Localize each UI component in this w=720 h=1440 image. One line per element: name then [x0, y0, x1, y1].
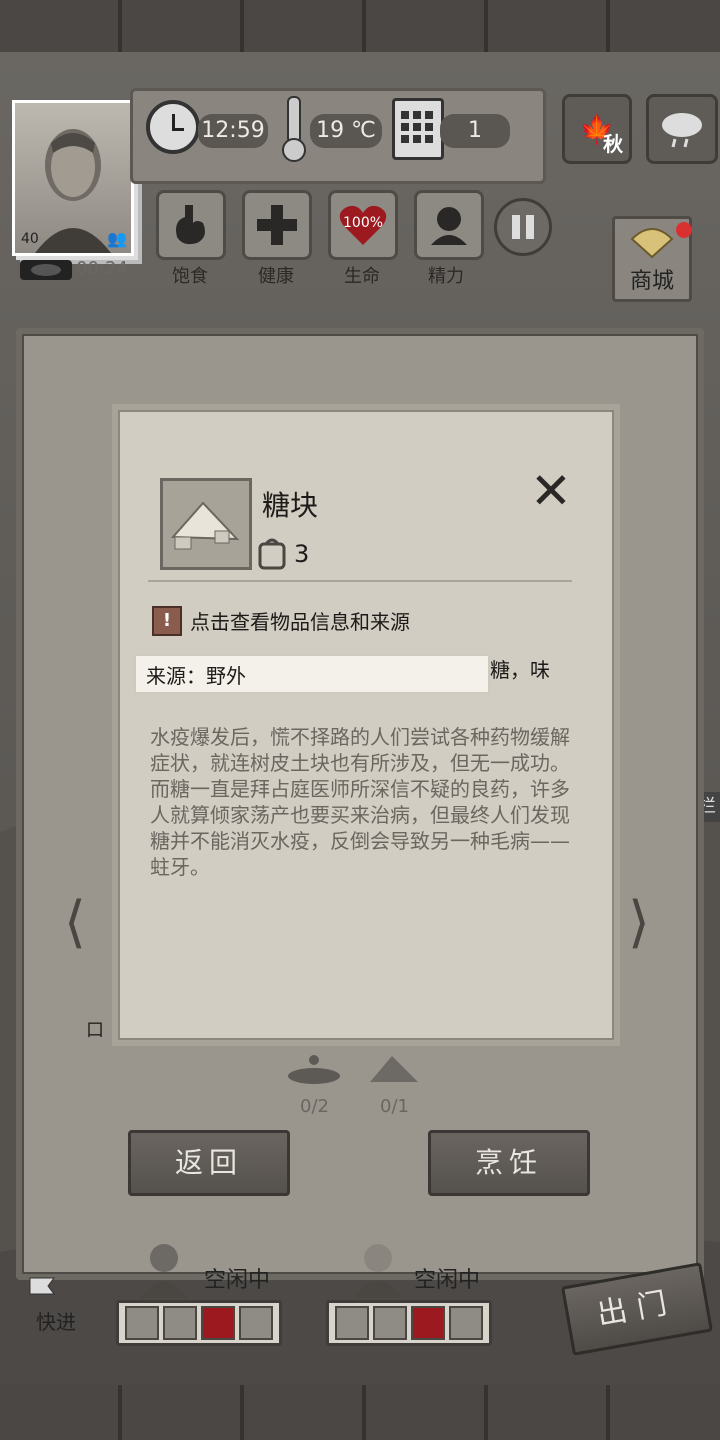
- season-button[interactable]: 🍁 秋: [562, 94, 632, 164]
- flag-icon: [26, 1276, 62, 1300]
- temperature-display: 19 ℃: [310, 114, 382, 148]
- player-level: 40: [21, 231, 39, 247]
- plus-icon: [163, 1306, 197, 1340]
- person-icon: [431, 207, 467, 245]
- item-description: 水疫爆发后，慌不择路的人们尝试各种药物缓解症状，就连树皮土块也有所涉及，但无一成…: [150, 725, 570, 879]
- plus-icon: [373, 1306, 407, 1340]
- notification-dot: [676, 222, 692, 238]
- item-info-hint[interactable]: 点击查看物品信息和来源: [190, 606, 410, 635]
- plus-icon: [257, 205, 297, 245]
- timer-text: 00:24: [76, 258, 128, 279]
- source-tooltip: 来源：野外: [134, 654, 490, 694]
- item-name: 糖块: [262, 489, 319, 522]
- hunger-button[interactable]: [156, 190, 226, 260]
- back-button[interactable]: 返回: [128, 1130, 290, 1196]
- stat-label-health: 健康: [258, 266, 294, 287]
- clock-icon: [146, 100, 200, 154]
- close-icon[interactable]: ✕: [530, 466, 572, 516]
- survivor-stats-1: [116, 1300, 282, 1346]
- sugar-cube-icon: [170, 501, 240, 550]
- heart-icon: [411, 1306, 445, 1340]
- partial-description: 糖，味: [490, 658, 550, 682]
- ingredient-count-sugar: 0/1: [380, 1096, 409, 1117]
- top-wood-band: [0, 0, 720, 52]
- thermometer-icon: [282, 96, 306, 162]
- health-button[interactable]: [242, 190, 312, 260]
- info-badge-icon[interactable]: !: [152, 606, 182, 636]
- bottom-left-char: 口: [86, 1020, 104, 1041]
- group-icon: 👥: [107, 229, 127, 248]
- person-icon: [449, 1306, 483, 1340]
- survivor-stats-2: [326, 1300, 492, 1346]
- item-image-frame: [160, 478, 252, 570]
- cook-button[interactable]: 烹饪: [428, 1130, 590, 1196]
- prev-arrow-icon[interactable]: ⟨: [64, 890, 86, 955]
- season-label: 秋: [603, 132, 623, 156]
- stomach-icon: [125, 1306, 159, 1340]
- pause-button[interactable]: [494, 198, 552, 256]
- survivor-avatar-1[interactable]: [136, 1240, 192, 1298]
- item-count: 3: [294, 540, 310, 568]
- sugar-icon: [366, 1050, 422, 1086]
- shell-icon: [630, 228, 674, 259]
- character-portrait[interactable]: 40 👥: [12, 100, 134, 256]
- stat-label-life: 生命: [344, 266, 380, 287]
- life-value: 100%: [343, 215, 384, 231]
- stomach-icon: [335, 1306, 369, 1340]
- backpack-icon: [256, 536, 288, 570]
- status-indicator: [20, 260, 72, 280]
- energy-button[interactable]: [414, 190, 484, 260]
- heart-icon: [201, 1306, 235, 1340]
- stomach-icon: [176, 205, 205, 245]
- day-display: 1: [440, 114, 510, 148]
- survivor-status-1: 空闲中: [204, 1268, 271, 1293]
- stat-label-hunger: 饱食: [172, 266, 208, 287]
- shop-label: 商城: [629, 269, 674, 294]
- weather-button[interactable]: [646, 94, 718, 164]
- calendar-icon: [392, 98, 444, 160]
- life-button[interactable]: 100%: [328, 190, 398, 260]
- next-arrow-icon[interactable]: ⟩: [628, 890, 650, 955]
- stat-label-energy: 精力: [428, 266, 464, 287]
- person-icon: [239, 1306, 273, 1340]
- fast-forward-button[interactable]: 快进: [36, 1306, 76, 1335]
- water-icon: [286, 1050, 342, 1086]
- cloud-rain-icon: [662, 113, 702, 148]
- survivor-avatar-2[interactable]: [350, 1240, 406, 1298]
- time-display: 12:59: [198, 114, 268, 148]
- bottom-wood-band: [0, 1385, 720, 1440]
- ingredient-count-water: 0/2: [300, 1096, 329, 1117]
- popup-divider: [148, 580, 572, 582]
- survivor-status-2: 空闲中: [414, 1268, 481, 1293]
